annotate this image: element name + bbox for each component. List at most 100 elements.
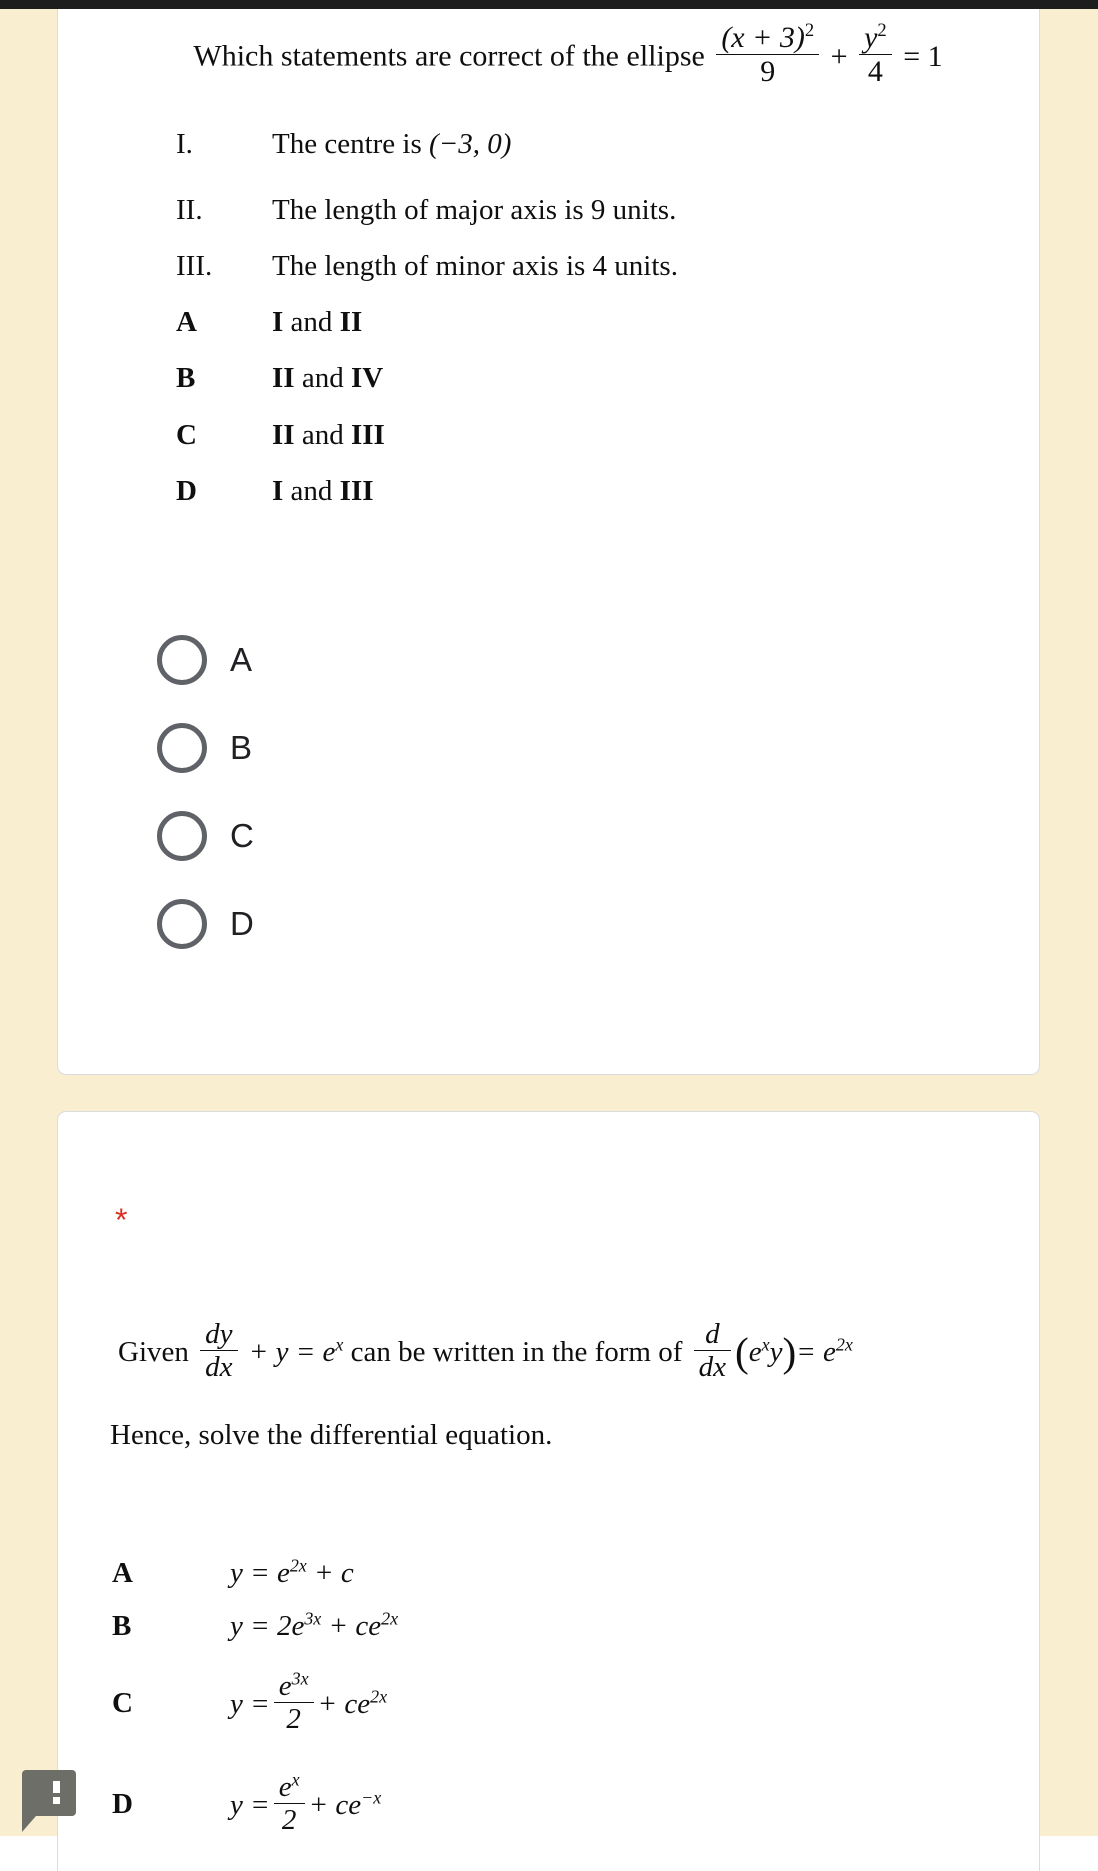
choice-text-a-part1: I bbox=[272, 306, 284, 338]
exclamation-bar bbox=[53, 1781, 60, 1793]
choice-text-d-conj: and bbox=[283, 475, 340, 507]
ddx-denominator: dx bbox=[698, 1351, 727, 1384]
answer-d-numerator: ex bbox=[273, 1770, 305, 1805]
choice-text-d-part1: I bbox=[272, 475, 284, 507]
choice-text-b-conj: and bbox=[294, 362, 351, 394]
question-card-ellipse: Which statements are correct of the elli… bbox=[57, 0, 1040, 1075]
choice-text-c-part2: III bbox=[350, 419, 385, 451]
answer-b-exponent: 3x bbox=[304, 1608, 322, 1629]
question-2-middle-text: can be written in the form of bbox=[350, 1336, 683, 1369]
dydx-fraction: dy dx bbox=[200, 1319, 238, 1384]
dydx-denominator: dx bbox=[205, 1351, 233, 1384]
form-page: Which statements are correct of the elli… bbox=[0, 0, 1098, 1871]
radio-circle-d[interactable] bbox=[157, 899, 207, 949]
radio-option-b[interactable]: B bbox=[157, 723, 252, 773]
answer-c-numerator: e3x bbox=[273, 1669, 314, 1704]
statement-3: III. The length of minor axis is 4 units. bbox=[176, 248, 976, 284]
ellipse-plus-sign: + bbox=[830, 39, 848, 73]
answer-c-fraction: e3x 2 bbox=[273, 1669, 314, 1736]
answer-d-denominator: 2 bbox=[281, 1804, 297, 1837]
answer-choice-b-label: B bbox=[112, 1610, 132, 1643]
statement-2-label: II. bbox=[176, 194, 203, 226]
radio-circle-c[interactable] bbox=[157, 811, 207, 861]
choice-text-a-part2: II bbox=[339, 306, 363, 338]
dydx-numerator: dy bbox=[200, 1319, 238, 1352]
answer-a-exponent: 2x bbox=[289, 1555, 307, 1576]
radio-circle-b[interactable] bbox=[157, 723, 207, 773]
answer-a-tail: + c bbox=[314, 1557, 354, 1590]
choice-text-a: A I and II bbox=[176, 304, 976, 340]
statement-1-text: The centre is bbox=[272, 128, 422, 160]
choice-text-c-label: C bbox=[176, 419, 197, 451]
choice-text-b-part2: IV bbox=[350, 362, 384, 394]
question-2-lhs-rest: + y = e bbox=[248, 1336, 336, 1369]
ellipse-term-2: y2 4 bbox=[859, 20, 892, 87]
answer-b-lhs: y = 2e bbox=[230, 1610, 305, 1643]
answer-c-tail-exponent: 2x bbox=[370, 1686, 388, 1707]
question-1-stem-text: Which statements are correct of the elli… bbox=[193, 39, 705, 73]
ellipse-equation: (x + 3)2 9 + y2 4 = 1 bbox=[712, 21, 943, 87]
ellipse-term-1: (x + 3)2 9 bbox=[716, 20, 820, 87]
radio-label-b[interactable]: B bbox=[230, 729, 252, 767]
rhs-e-exponent: x bbox=[761, 1334, 770, 1355]
rhs-e: e bbox=[748, 1336, 762, 1369]
answer-d-tail-exponent: −x bbox=[361, 1787, 382, 1808]
answer-b-tail: + ce bbox=[328, 1610, 382, 1643]
choice-text-d: D I and III bbox=[176, 473, 976, 509]
answer-choice-a: Ay = e2x + c bbox=[112, 1553, 912, 1591]
rhs-equals-e: = e bbox=[796, 1336, 836, 1369]
radio-label-d[interactable]: D bbox=[230, 905, 254, 943]
question-card-differential-equation bbox=[57, 1111, 1040, 1871]
question-2-stem: Given dy dx + y = ex can be written in t… bbox=[118, 1319, 988, 1382]
answer-choice-a-expression: y = e2x + c bbox=[230, 1555, 354, 1591]
answer-c-tail: + ce bbox=[317, 1688, 371, 1721]
rhs-y: y bbox=[769, 1336, 783, 1369]
report-feedback-icon[interactable] bbox=[22, 1770, 76, 1832]
choice-text-b-part1: II bbox=[272, 362, 295, 394]
radio-circle-a[interactable] bbox=[157, 635, 207, 685]
statement-1: I. The centre is (−3, 0) bbox=[176, 126, 976, 162]
choice-text-a-label: A bbox=[176, 306, 197, 338]
rhs-open-paren: ( bbox=[735, 1329, 749, 1376]
rhs-equals-exponent: 2x bbox=[835, 1334, 853, 1355]
answer-choice-d: Dy = ex 2 + ce−x bbox=[112, 1770, 912, 1837]
choice-text-c-conj: and bbox=[294, 419, 351, 451]
statement-2: II. The length of major axis is 9 units. bbox=[176, 192, 976, 228]
status-bar bbox=[0, 0, 1098, 9]
statement-1-math: (−3, 0) bbox=[429, 128, 512, 160]
radio-label-c[interactable]: C bbox=[230, 817, 254, 855]
answer-d-tail: + ce bbox=[308, 1789, 362, 1822]
answer-choice-d-label: D bbox=[112, 1787, 133, 1820]
radio-label-a[interactable]: A bbox=[230, 641, 252, 679]
rhs-close-paren: ) bbox=[782, 1329, 797, 1376]
answer-c-denominator: 2 bbox=[286, 1703, 301, 1736]
question-1-stem: Which statements are correct of the elli… bbox=[118, 21, 1018, 87]
choice-text-c-part1: II bbox=[272, 419, 295, 451]
choice-text-d-part2: III bbox=[339, 475, 374, 507]
answer-choice-b-expression: y = 2e3x + ce2x bbox=[230, 1608, 398, 1644]
answer-d-fraction: ex 2 bbox=[273, 1770, 305, 1837]
ellipse-term-2-numerator: y2 bbox=[859, 20, 892, 56]
radio-option-d[interactable]: D bbox=[157, 899, 254, 949]
choice-text-d-label: D bbox=[176, 475, 197, 507]
answer-a-lhs: y = e bbox=[230, 1557, 290, 1590]
statement-2-text: The length of major axis is 9 units. bbox=[272, 194, 677, 226]
answer-choice-b: By = 2e3x + ce2x bbox=[112, 1606, 912, 1644]
ellipse-equals-one: = 1 bbox=[903, 39, 943, 73]
answer-d-lhs: y = bbox=[230, 1789, 270, 1822]
question-2-given-label: Given bbox=[118, 1336, 189, 1369]
choice-text-c: C II and III bbox=[176, 417, 976, 453]
answer-b-tail-exponent: 2x bbox=[381, 1608, 399, 1629]
radio-option-a[interactable]: A bbox=[157, 635, 252, 685]
choice-text-b-label: B bbox=[176, 362, 196, 394]
question-2-lhs-exponent: x bbox=[335, 1334, 344, 1355]
ellipse-term-2-exponent: 2 bbox=[877, 20, 887, 41]
ellipse-term-1-exponent: 2 bbox=[804, 20, 815, 41]
radio-option-c[interactable]: C bbox=[157, 811, 254, 861]
statement-3-label: III. bbox=[176, 250, 213, 282]
required-asterisk: * bbox=[115, 1202, 128, 1238]
answer-choice-c-expression: y = e3x 2 + ce2x bbox=[230, 1669, 388, 1736]
answer-choice-d-expression: y = ex 2 + ce−x bbox=[230, 1770, 382, 1837]
answer-choice-c: Cy = e3x 2 + ce2x bbox=[112, 1669, 912, 1736]
choice-text-a-conj: and bbox=[283, 306, 340, 338]
